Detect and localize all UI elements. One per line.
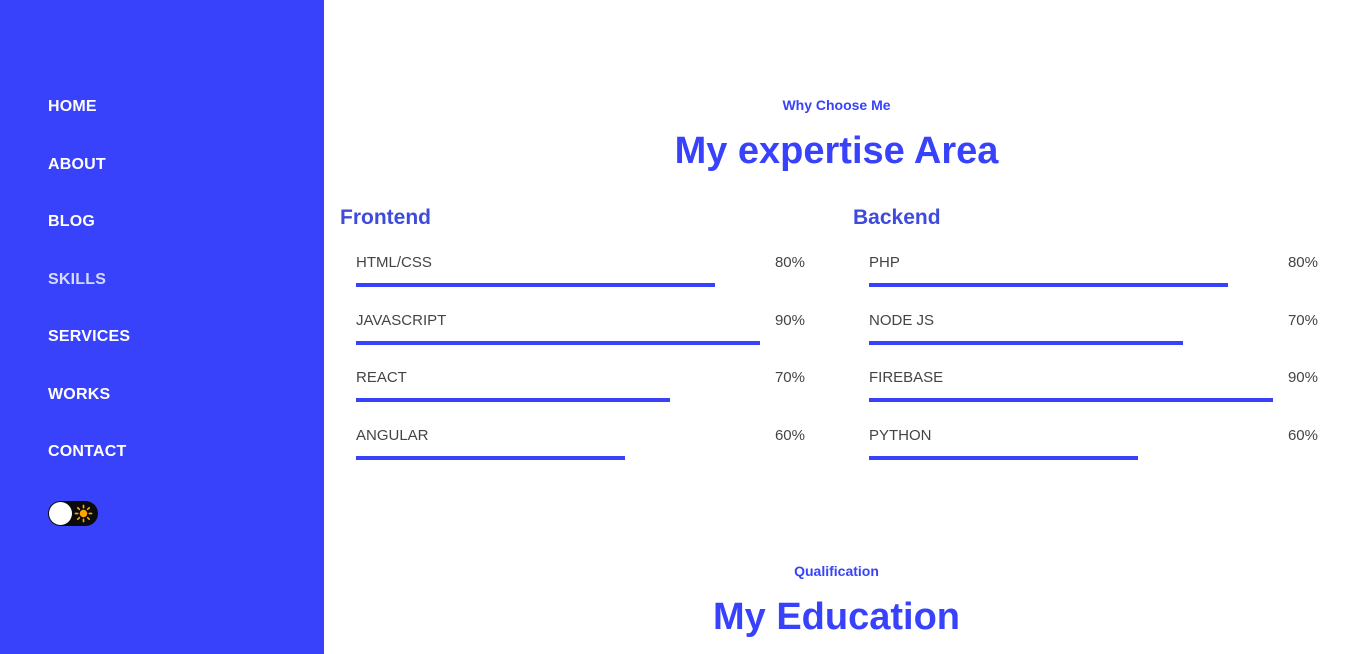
skill-name: ANGULAR <box>356 426 429 444</box>
sidebar: HOME ABOUT BLOG SKILLS SERVICES WORKS CO… <box>0 0 324 654</box>
skill-progress-fill <box>356 340 761 345</box>
skill-percent: 70% <box>1287 311 1318 329</box>
skill-progress-bar <box>356 455 805 460</box>
skill-row: JAVASCRIPT 90% <box>356 312 805 370</box>
skill-progress-bar <box>356 283 805 287</box>
skill-progress-bar <box>869 340 1318 345</box>
nav-item-blog[interactable]: BLOG <box>48 213 130 271</box>
skill-progress-fill <box>869 283 1229 287</box>
skill-row: FIREBASE 90% <box>869 369 1318 427</box>
expertise-title: My expertise Area <box>674 130 999 172</box>
backend-skill-list: PHP 80% NODE JS 70% FIREBASE 90% PYTHON … <box>869 254 1318 484</box>
skill-name: NODE JS <box>869 311 935 329</box>
skill-name: HTML/CSS <box>356 254 432 271</box>
nav-item-home[interactable]: HOME <box>48 98 130 156</box>
skill-name: JAVASCRIPT <box>356 311 447 329</box>
frontend-title: Frontend <box>340 206 431 229</box>
skill-progress-fill <box>356 398 671 403</box>
skill-progress-bar <box>869 398 1318 403</box>
main-content: Why Choose Me My expertise Area Frontend… <box>324 0 1349 654</box>
skill-progress-bar <box>356 340 805 345</box>
skill-row: PYTHON 60% <box>869 427 1318 485</box>
skill-percent: 90% <box>1287 369 1318 387</box>
education-eyebrow: Qualification <box>794 563 879 579</box>
education-title: My Education <box>712 596 961 638</box>
skill-row: REACT 70% <box>356 369 805 427</box>
nav-item-about[interactable]: ABOUT <box>48 156 130 214</box>
frontend-skill-list: HTML/CSS 80% JAVASCRIPT 90% REACT 70% AN… <box>356 254 805 484</box>
nav-item-works[interactable]: WORKS <box>48 386 130 444</box>
skill-progress-fill <box>869 340 1184 345</box>
main-nav: HOME ABOUT BLOG SKILLS SERVICES WORKS CO… <box>48 98 130 501</box>
skill-percent: 80% <box>774 254 805 271</box>
theme-toggle[interactable] <box>48 501 98 526</box>
skill-percent: 90% <box>774 311 805 329</box>
skill-progress-fill <box>356 455 626 460</box>
skill-name: PYTHON <box>869 426 932 444</box>
skill-percent: 60% <box>1287 426 1318 444</box>
skill-row: ANGULAR 60% <box>356 427 805 485</box>
nav-item-contact[interactable]: CONTACT <box>48 443 130 501</box>
skill-percent: 70% <box>774 369 805 387</box>
backend-title: Backend <box>853 206 941 229</box>
sun-icon <box>74 504 93 523</box>
skill-progress-bar <box>869 455 1318 460</box>
skill-name: REACT <box>356 369 407 387</box>
skill-progress-fill <box>869 398 1274 403</box>
skill-percent: 60% <box>774 426 805 444</box>
skill-progress-bar <box>869 283 1318 287</box>
skill-row: HTML/CSS 80% <box>356 254 805 312</box>
skill-name: FIREBASE <box>869 369 944 387</box>
skill-progress-fill <box>356 283 716 287</box>
nav-item-services[interactable]: SERVICES <box>48 328 130 386</box>
skill-row: NODE JS 70% <box>869 312 1318 370</box>
skill-row: PHP 80% <box>869 254 1318 312</box>
skill-progress-fill <box>869 455 1139 460</box>
skill-percent: 80% <box>1287 254 1318 271</box>
nav-item-skills[interactable]: SKILLS <box>48 271 130 329</box>
skill-progress-bar <box>356 398 805 403</box>
skill-name: PHP <box>869 254 900 271</box>
toggle-knob <box>49 502 72 525</box>
expertise-eyebrow: Why Choose Me <box>782 97 891 113</box>
